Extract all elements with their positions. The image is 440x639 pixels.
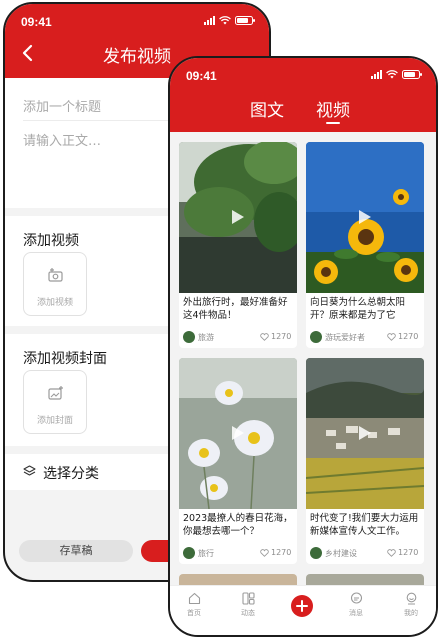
home-icon — [188, 592, 200, 605]
message-icon — [350, 592, 362, 604]
card-title: 外出旅行时，最好准备好这4件物品！ — [183, 297, 288, 321]
card-title: 时代变了!我们要大力运用新媒体宣传人文工作。 — [310, 513, 419, 537]
battery-icon — [235, 16, 255, 25]
play-icon[interactable] — [231, 209, 245, 225]
active-tab-indicator — [326, 122, 340, 124]
like-count: 1270 — [398, 332, 419, 341]
add-video-button-label: 添加视频 — [36, 298, 73, 308]
like-count: 1270 — [398, 548, 419, 557]
status-time: 09:41 — [21, 15, 52, 29]
tab-messages[interactable]: 消息 — [336, 592, 376, 618]
play-icon[interactable] — [358, 209, 372, 225]
body-textarea[interactable]: 请输入正文… — [23, 130, 101, 149]
bottom-tab-bar: 首页 动态 消息 我的 — [170, 585, 436, 635]
add-cover-button[interactable]: 添加封面 — [23, 370, 87, 434]
avatar — [183, 547, 195, 559]
wifi-icon — [219, 16, 231, 25]
camera-plus-icon — [48, 268, 63, 282]
tab-profile-label: 我的 — [404, 609, 418, 617]
heart-icon[interactable] — [387, 549, 396, 557]
battery-icon — [402, 70, 422, 79]
play-icon[interactable] — [358, 425, 372, 441]
video-card[interactable]: 2023最撩人的春日花海，你最想去哪一个？ 旅行 1270 — [179, 358, 297, 564]
tab-feed-label: 动态 — [241, 609, 255, 617]
tab-messages-label: 消息 — [349, 609, 363, 617]
video-card[interactable]: 外出旅行时，最好准备好这4件物品！ 旅游 1270 — [179, 142, 297, 348]
heart-icon[interactable] — [260, 333, 269, 341]
play-icon[interactable] — [231, 425, 245, 441]
video-card[interactable]: 向日葵为什么总朝太阳开？原来都是为了它 游玩爱好者 1270 — [306, 142, 424, 348]
tab-profile[interactable]: 我的 — [391, 592, 431, 618]
card-author: 旅行 — [198, 549, 214, 558]
status-time: 09:41 — [186, 69, 217, 83]
like-count: 1270 — [271, 332, 292, 341]
card-author: 游玩爱好者 — [325, 333, 365, 342]
video-feed-screen: 09:41 图文 视频 外出旅行时，最好准备好这4件物品！ 旅游 1270 向日… — [168, 56, 438, 637]
tab-image-text[interactable]: 图文 — [250, 96, 284, 121]
avatar — [183, 331, 195, 343]
save-draft-button[interactable]: 存草稿 — [19, 540, 133, 562]
plus-icon[interactable] — [291, 595, 313, 617]
card-author: 旅游 — [198, 333, 214, 342]
heart-icon[interactable] — [260, 549, 269, 557]
layers-icon — [23, 465, 36, 476]
title-input[interactable]: 添加一个标题 — [23, 96, 101, 115]
add-cover-label: 添加视频封面 — [23, 351, 107, 367]
tab-home[interactable]: 首页 — [174, 592, 214, 618]
avatar — [310, 331, 322, 343]
signal-icon — [204, 16, 215, 25]
add-video-label: 添加视频 — [23, 233, 79, 249]
avatar — [310, 547, 322, 559]
feed-icon — [241, 592, 255, 605]
tab-home-label: 首页 — [187, 609, 201, 617]
card-title: 向日葵为什么总朝太阳开？原来都是为了它 — [310, 297, 406, 321]
add-video-button[interactable]: 添加视频 — [23, 252, 87, 316]
wifi-icon — [386, 70, 398, 79]
image-plus-icon — [48, 386, 63, 400]
tab-video[interactable]: 视频 — [316, 96, 350, 121]
heart-icon[interactable] — [387, 333, 396, 341]
add-cover-button-label: 添加封面 — [36, 416, 73, 426]
feed-header: 09:41 图文 视频 — [170, 58, 436, 132]
card-title: 2023最撩人的春日花海，你最想去哪一个？ — [183, 513, 293, 537]
video-card[interactable]: 时代变了!我们要大力运用新媒体宣传人文工作。 乡村建设 1270 — [306, 358, 424, 564]
tab-feed[interactable]: 动态 — [228, 592, 268, 618]
status-bar: 09:41 — [5, 4, 269, 38]
like-count: 1270 — [271, 548, 292, 557]
card-author: 乡村建设 — [325, 549, 357, 558]
status-bar: 09:41 — [170, 58, 436, 92]
profile-icon — [406, 592, 416, 605]
signal-icon — [371, 70, 382, 79]
category-label: 选择分类 — [43, 466, 99, 482]
